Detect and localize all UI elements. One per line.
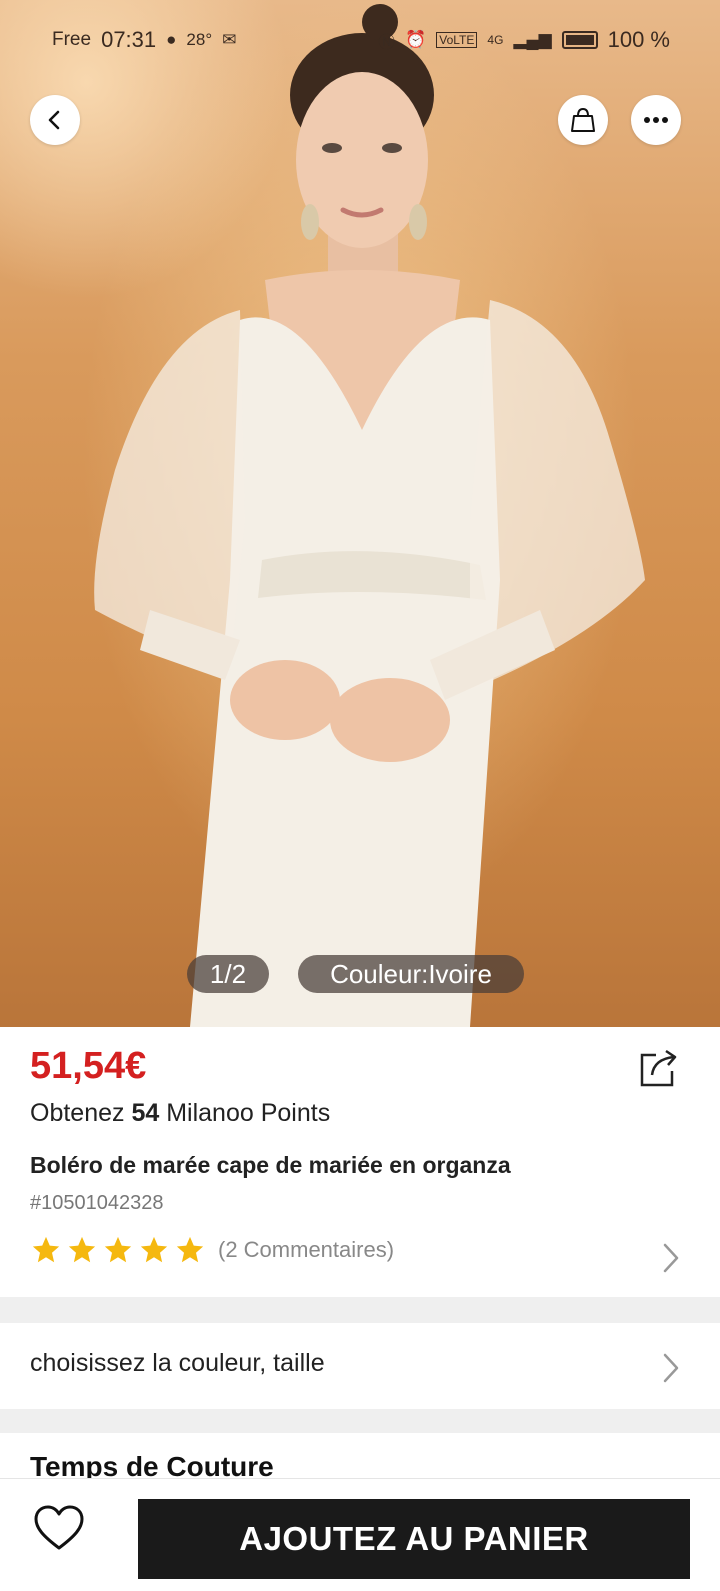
clock: 07:31 — [101, 27, 157, 52]
shopping-bag-icon — [571, 107, 595, 132]
loyalty-points: Obtenez 54 Milanoo Points — [30, 1099, 330, 1128]
points-suffix: Milanoo Points — [159, 1099, 331, 1127]
color-chip[interactable]: Couleur:Ivoire — [298, 955, 524, 993]
cart-button[interactable] — [558, 95, 608, 145]
share-icon[interactable] — [638, 1047, 680, 1089]
wishlist-button[interactable] — [32, 1501, 86, 1555]
more-icon — [644, 117, 668, 123]
add-to-cart-button[interactable]: AJOUTEZ AU PANIER — [138, 1499, 690, 1579]
bottom-action-bar: AJOUTEZ AU PANIER — [0, 1478, 720, 1591]
product-title: Boléro de marée cape de mariée en organz… — [30, 1152, 511, 1178]
mail-icon: ✉ — [222, 30, 237, 49]
star-icon — [68, 1236, 96, 1263]
battery-percent: 100 % — [607, 27, 670, 52]
reviews-count: (2 Commentaires) — [218, 1237, 395, 1262]
network-type: 4G — [487, 33, 504, 47]
volte-badge: VoLTE — [436, 32, 478, 48]
status-bar: Free 07:31 ● 28° ✉ Ⓝ ⏰ VoLTE 4G ▂▄▆ 100 … — [0, 0, 720, 80]
product-info-card: 51,54€ Obtenez 54 Milanoo Points Boléro … — [0, 1027, 720, 1297]
product-image-gallery[interactable]: Free 07:31 ● 28° ✉ Ⓝ ⏰ VoLTE 4G ▂▄▆ 100 … — [0, 0, 720, 1027]
product-photo — [94, 4, 645, 1027]
star-icon — [32, 1236, 60, 1263]
variant-selector-label: choisissez la couleur, taille — [30, 1349, 325, 1377]
star-icon — [176, 1236, 204, 1263]
star-icon — [140, 1236, 168, 1263]
rating-row[interactable]: (2 Commentaires) — [30, 1235, 394, 1265]
points-value: 54 — [131, 1099, 160, 1127]
chevron-right-icon — [663, 1353, 679, 1383]
product-sku: #10501042328 — [30, 1192, 164, 1214]
star-icon — [104, 1236, 132, 1263]
chat-bubble-icon: ● — [166, 30, 177, 49]
signal-icon: ▂▄▆ — [513, 30, 552, 49]
chevron-right-icon[interactable] — [660, 1241, 682, 1275]
back-icon — [48, 110, 60, 130]
battery-icon — [561, 31, 598, 49]
nfc-icon: Ⓝ — [378, 32, 396, 52]
alarm-icon: ⏰ — [405, 30, 427, 49]
temperature: 28° — [186, 30, 213, 49]
more-options-button[interactable] — [631, 95, 681, 145]
heart-icon — [34, 1505, 84, 1550]
back-button[interactable] — [30, 95, 80, 145]
carrier-label: Free — [52, 29, 92, 50]
image-pager-indicator: 1/2 — [187, 955, 269, 993]
points-prefix: Obtenez — [30, 1099, 132, 1127]
variant-selector-row[interactable]: choisissez la couleur, taille — [0, 1323, 720, 1409]
product-price: 51,54€ — [30, 1045, 147, 1087]
